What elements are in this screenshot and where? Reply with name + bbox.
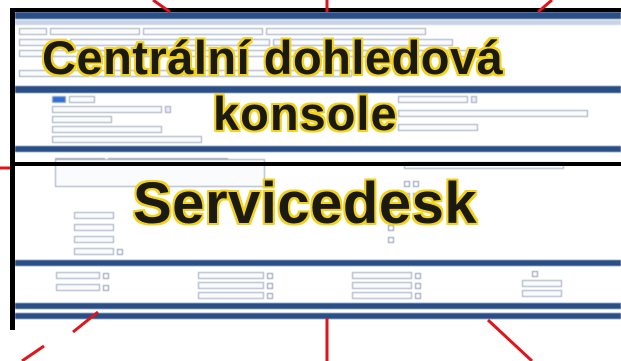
check-row-4 [345, 236, 394, 243]
date-row-5 [155, 292, 273, 299]
date-row-8 [315, 292, 421, 299]
date-row-11 [485, 290, 562, 297]
field-row-5 [29, 136, 202, 143]
date-row-2 [19, 284, 109, 291]
field-row-4 [29, 126, 162, 133]
date-row-6 [315, 272, 421, 279]
field-row-1 [29, 96, 95, 103]
date-row-10 [485, 280, 562, 287]
date-row-3 [155, 272, 273, 279]
section-header-2 [15, 146, 621, 152]
footer-bar-2 [15, 313, 621, 319]
window-title-bar [15, 12, 621, 19]
section-divider-line [15, 162, 621, 166]
field-row-8 [55, 224, 114, 231]
menu-bar [15, 20, 621, 25]
arrow-bottom-left [21, 344, 45, 361]
date-row-4 [155, 282, 273, 289]
date-row-7 [315, 282, 421, 289]
caption-central-console-line1: Centrální dohledová [42, 31, 504, 84]
caption-central-console-line2: konsole [213, 87, 398, 140]
footer-bar-1 [15, 303, 621, 309]
field-row-3 [29, 116, 112, 123]
date-row-9 [485, 270, 538, 277]
caption-servicedesk: Servicedesk [133, 171, 478, 236]
field-row-2 [29, 106, 171, 113]
date-row-1 [19, 272, 109, 279]
field-row-10 [19, 248, 123, 255]
field-row-7 [55, 212, 114, 219]
section-header-3 [15, 260, 621, 266]
field-row-9 [55, 236, 114, 243]
